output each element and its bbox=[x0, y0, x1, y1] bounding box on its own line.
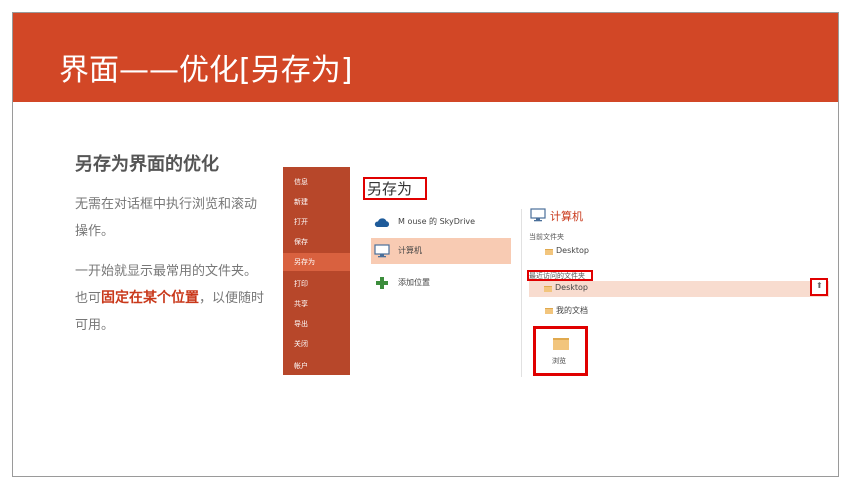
description-paragraph-1: 无需在对话框中执行浏览和滚动操作。 bbox=[75, 197, 258, 239]
computer-panel-title: 计算机 bbox=[550, 210, 583, 223]
recent-folder-item[interactable]: Desktop bbox=[529, 281, 829, 297]
backstage-sidebar: 信息 新建 打开 保存 另存为 打印 共享 导出 关闭 帐户 bbox=[283, 167, 350, 375]
annotation-box-recent bbox=[527, 270, 593, 281]
backstage-item-open[interactable]: 打开 bbox=[283, 213, 350, 231]
backstage-item-close[interactable]: 关闭 bbox=[283, 335, 350, 353]
place-skydrive-label: M ouse 的 SkyDrive bbox=[398, 217, 476, 226]
skydrive-cloud-icon bbox=[374, 218, 390, 227]
folder-icon bbox=[545, 308, 553, 314]
backstage-item-export[interactable]: 导出 bbox=[283, 315, 350, 333]
computer-panel-icon bbox=[530, 208, 546, 222]
place-add-location[interactable]: 添加位置 bbox=[371, 270, 511, 296]
place-add-location-label: 添加位置 bbox=[398, 278, 430, 287]
current-folder-label: 当前文件夹 bbox=[529, 233, 564, 241]
browse-button[interactable]: 浏览 bbox=[533, 326, 588, 376]
place-computer[interactable]: 计算机 bbox=[371, 238, 511, 264]
place-skydrive[interactable]: M ouse 的 SkyDrive bbox=[371, 209, 511, 235]
add-plus-icon bbox=[376, 277, 388, 289]
pin-button[interactable]: ⬆ bbox=[810, 278, 828, 296]
slide-subtitle: 另存为界面的优化 bbox=[75, 154, 219, 175]
title-banner: 界面——优化[另存为] bbox=[13, 13, 838, 102]
saveas-screenshot: 信息 新建 打开 保存 另存为 打印 共享 导出 关闭 帐户 另存为 M ous… bbox=[283, 167, 835, 377]
backstage-item-saveas[interactable]: 另存为 bbox=[283, 253, 350, 271]
backstage-item-new[interactable]: 新建 bbox=[283, 193, 350, 211]
browse-folder-icon bbox=[553, 338, 569, 350]
backstage-item-save[interactable]: 保存 bbox=[283, 233, 350, 251]
place-computer-label: 计算机 bbox=[398, 246, 422, 255]
slide: 界面——优化[另存为] 另存为界面的优化 无需在对话框中执行浏览和滚动操作。 一… bbox=[12, 12, 839, 477]
folder-icon bbox=[544, 286, 552, 292]
browse-label: 浏览 bbox=[552, 357, 566, 365]
panel-divider bbox=[521, 209, 522, 377]
slide-title: 界面——优化[另存为] bbox=[59, 53, 353, 88]
pin-icon: ⬆ bbox=[816, 281, 823, 290]
current-folder-name: Desktop bbox=[556, 246, 589, 255]
backstage-item-print[interactable]: 打印 bbox=[283, 275, 350, 293]
annotation-box-header bbox=[363, 177, 427, 200]
para2-highlight: 固定在某个位置 bbox=[101, 290, 200, 306]
backstage-item-account[interactable]: 帐户 bbox=[283, 359, 350, 373]
backstage-item-info[interactable]: 信息 bbox=[283, 173, 350, 191]
recent-folder-name: Desktop bbox=[555, 283, 588, 292]
backstage-item-share[interactable]: 共享 bbox=[283, 295, 350, 313]
computer-icon bbox=[374, 244, 390, 258]
my-documents-name: 我的文档 bbox=[556, 306, 588, 315]
description-paragraph-2: 一开始就显示最常用的文件夹。也可固定在某个位置，以便随时可用。 bbox=[75, 258, 265, 339]
folder-icon bbox=[545, 249, 553, 255]
